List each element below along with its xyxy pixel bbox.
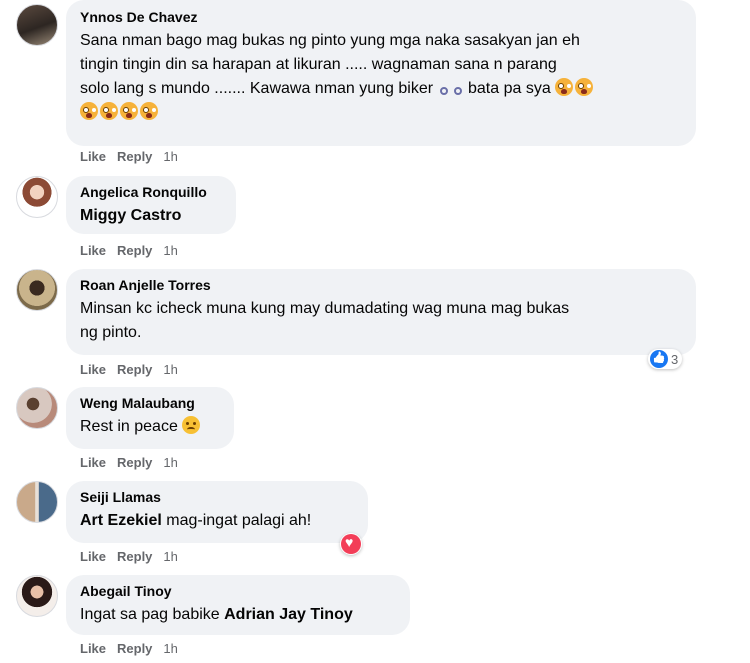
like-link[interactable]: Like [80,149,106,164]
comment-text: Art Ezekiel mag-ingat palagi ah! [80,509,354,533]
mention-link[interactable]: Art Ezekiel [80,512,162,529]
like-link[interactable]: Like [80,549,106,564]
avatar[interactable] [16,387,58,429]
timestamp[interactable]: 1h [163,549,177,564]
reaction-summary[interactable] [340,533,362,555]
comment-text: Ingat sa pag babike Adrian Jay Tinoy [80,603,396,627]
comment-line: Minsan kc icheck muna kung may dumadatin… [80,300,570,317]
comment-line-text: bata pa sya [467,80,551,97]
comment-line-text: Rest in peace [80,418,178,435]
crying-face-emoji [140,102,158,120]
comment-bubble: Seiji Llamas Art Ezekiel mag-ingat palag… [66,481,368,543]
like-link[interactable]: Like [80,641,106,656]
comment-bubble: Abegail Tinoy Ingat sa pag babike Adrian… [66,575,410,635]
avatar[interactable] [16,269,58,311]
comment-line: tingin tingin din sa harapan at likuran … [80,56,557,73]
crying-face-emoji [555,78,574,96]
crying-face-emoji [100,102,118,120]
comment-actions: Like Reply 1h [80,549,189,564]
comment-actions: Like Reply 1h [80,455,189,470]
mention-link[interactable]: Adrian Jay Tinoy [224,606,353,623]
comment-line: Sana nman bago mag bukas ng pinto yung m… [80,32,580,49]
reply-link[interactable]: Reply [117,455,152,470]
reaction-summary[interactable]: 3 [648,349,683,369]
comment-author[interactable]: Ynnos De Chavez [80,8,682,26]
comment-text: Rest in peace [80,415,220,439]
comment-actions: Like Reply 1h [80,149,189,164]
like-link[interactable]: Like [80,455,106,470]
crying-face-emoji [120,102,138,120]
timestamp[interactable]: 1h [163,641,177,656]
timestamp[interactable]: 1h [163,362,177,377]
reply-link[interactable]: Reply [117,641,152,656]
like-reaction-icon [650,350,668,368]
sad-face-emoji [182,416,201,434]
comment-author[interactable]: Roan Anjelle Torres [80,276,682,294]
comment-text: Miggy Castro [80,204,222,228]
timestamp[interactable]: 1h [163,149,177,164]
comment-text: Sana nman bago mag bukas ng pinto yung m… [80,29,682,125]
comment-bubble: Ynnos De Chavez Sana nman bago mag bukas… [66,0,696,146]
avatar[interactable] [16,4,58,46]
comment-line: solo lang s mundo ....... Kawawa nman yu… [80,77,682,101]
timestamp[interactable]: 1h [163,455,177,470]
comment-author[interactable]: Seiji Llamas [80,488,354,506]
like-link[interactable]: Like [80,243,106,258]
heart-reaction-icon [341,534,361,554]
comment-text: Minsan kc icheck muna kung may dumadatin… [80,297,682,345]
timestamp[interactable]: 1h [163,243,177,258]
comment-author[interactable]: Angelica Ronquillo [80,183,222,201]
comment-author[interactable]: Abegail Tinoy [80,582,396,600]
reaction-count: 3 [671,351,679,367]
comment-author[interactable]: Weng Malaubang [80,394,220,412]
avatar[interactable] [16,176,58,218]
mention-link[interactable]: Miggy Castro [80,207,181,224]
comment-bubble: Roan Anjelle Torres Minsan kc icheck mun… [66,269,696,355]
comment-line-text: Ingat sa pag babike [80,606,225,623]
reply-link[interactable]: Reply [117,149,152,164]
emoji-row [80,101,682,125]
reply-link[interactable]: Reply [117,549,152,564]
comment-actions: Like Reply 1h [80,641,189,656]
comment-bubble: Weng Malaubang Rest in peace [66,387,234,449]
like-link[interactable]: Like [80,362,106,377]
comment-line-text: mag-ingat palagi ah! [161,512,312,529]
comment-line-text: solo lang s mundo ....... Kawawa nman yu… [80,80,434,97]
crying-face-emoji [575,78,594,96]
reply-link[interactable]: Reply [117,243,152,258]
avatar[interactable] [16,481,58,523]
bicycle-emoji [439,79,462,95]
avatar[interactable] [16,575,58,617]
crying-face-emoji [80,102,98,120]
comment-line: ng pinto. [80,324,142,341]
reply-link[interactable]: Reply [117,362,152,377]
comment-actions: Like Reply 1h [80,362,189,377]
comment-actions: Like Reply 1h [80,243,189,258]
comment-bubble: Angelica Ronquillo Miggy Castro [66,176,236,234]
